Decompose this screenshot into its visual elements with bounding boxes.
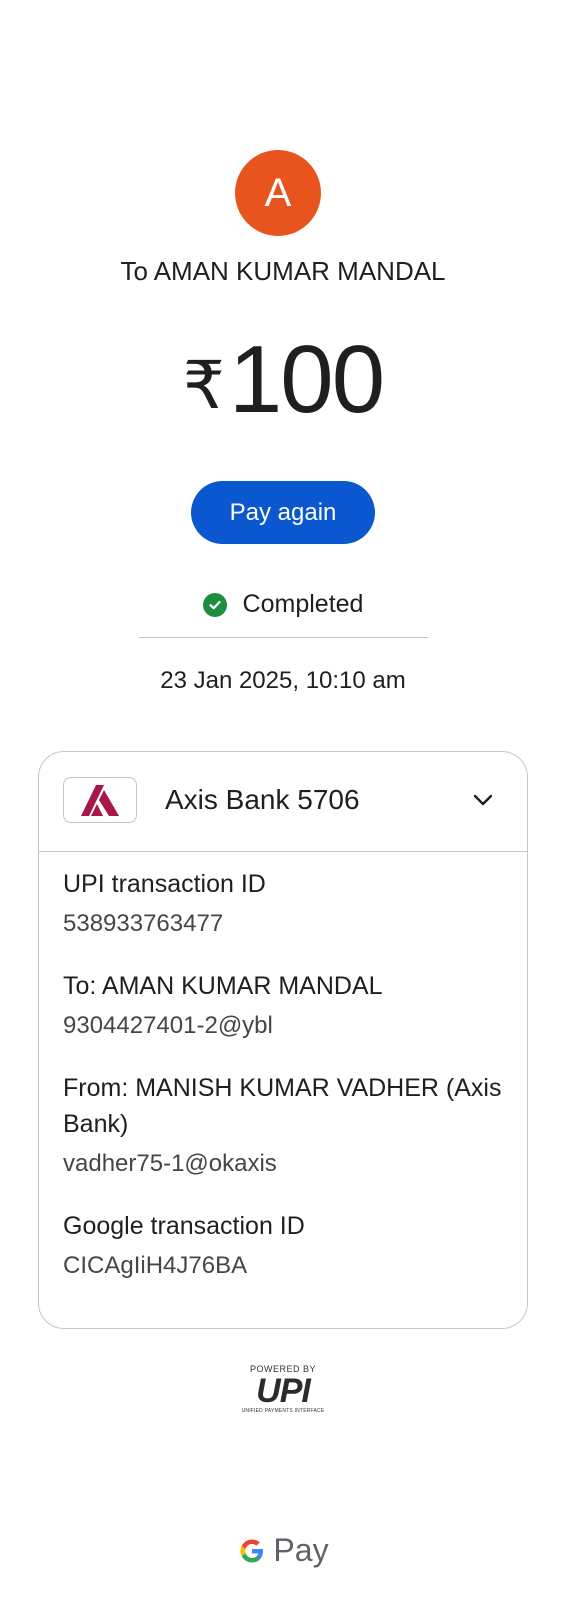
detail-label: Google transaction ID bbox=[63, 1212, 305, 1240]
upi-subtitle: UNIFIED PAYMENTS INTERFACE bbox=[241, 1408, 325, 1414]
google-pay-logo: Pay bbox=[0, 1532, 566, 1569]
transaction-datetime: 23 Jan 2025, 10:10 am bbox=[160, 667, 406, 694]
currency-symbol: ₹ bbox=[182, 348, 225, 422]
avatar-initial: A bbox=[264, 170, 292, 215]
detail-label: From: MANISH KUMAR VADHER (Axis Bank) bbox=[63, 1074, 502, 1138]
detail-value[interactable]: CICAgIiH4J76BA bbox=[63, 1252, 513, 1280]
to-account-row: To: AMAN KUMAR MANDAL 9304427401-2@ybl bbox=[63, 968, 513, 1040]
google-g-icon bbox=[241, 1539, 264, 1562]
detail-label: UPI transaction ID bbox=[63, 870, 266, 898]
detail-value[interactable]: vadher75-1@okaxis bbox=[63, 1150, 513, 1178]
status-divider bbox=[139, 637, 428, 638]
recipient-avatar: A bbox=[235, 150, 321, 236]
bank-account-header[interactable]: Axis Bank 5706 bbox=[39, 752, 527, 852]
from-account-row: From: MANISH KUMAR VADHER (Axis Bank) va… bbox=[63, 1070, 513, 1178]
google-transaction-id-row: Google transaction ID CICAgIiH4J76BA bbox=[63, 1208, 513, 1280]
pay-again-button[interactable]: Pay again bbox=[191, 481, 375, 544]
transaction-details-card: Axis Bank 5706 UPI transaction ID 538933… bbox=[38, 751, 528, 1329]
detail-value[interactable]: 538933763477 bbox=[63, 910, 513, 938]
upi-transaction-id-row: UPI transaction ID 538933763477 bbox=[63, 866, 513, 938]
bank-account-name: Axis Bank 5706 bbox=[165, 784, 360, 815]
status-row: Completed bbox=[0, 590, 566, 619]
amount-value: 100 bbox=[228, 326, 385, 433]
powered-by-upi-logo: POWERED BY UPI UNIFIED PAYMENTS INTERFAC… bbox=[233, 1364, 333, 1420]
chevron-down-icon[interactable] bbox=[469, 786, 497, 814]
axis-bank-logo bbox=[63, 777, 137, 823]
gpay-pay-word: Pay bbox=[273, 1532, 329, 1568]
upi-logo-text: UPI bbox=[256, 1372, 311, 1410]
status-text: Completed bbox=[242, 590, 364, 618]
recipient-name: To AMAN KUMAR MANDAL bbox=[120, 256, 446, 286]
amount-display: ₹ 100 bbox=[0, 325, 566, 435]
detail-label: To: AMAN KUMAR MANDAL bbox=[63, 972, 383, 1000]
check-circle-icon bbox=[202, 592, 227, 617]
detail-value[interactable]: 9304427401-2@ybl bbox=[63, 1012, 513, 1040]
